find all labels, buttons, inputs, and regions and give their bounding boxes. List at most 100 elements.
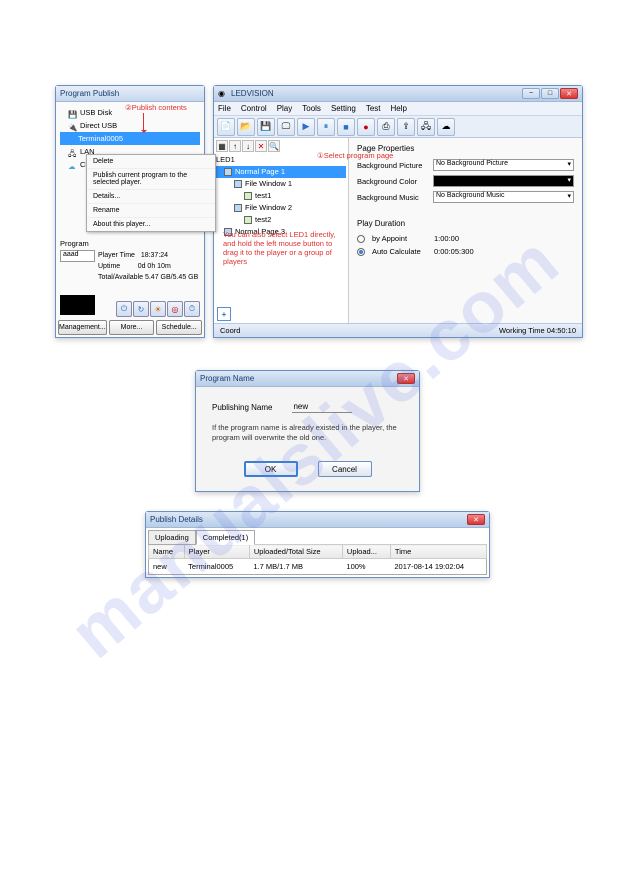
th-player[interactable]: Player (184, 545, 249, 559)
tree-direct-usb[interactable]: 🔌Direct USB (60, 119, 200, 132)
tb-new-icon[interactable]: 📄 (217, 118, 235, 136)
mini-up-icon[interactable]: ↑ (229, 140, 241, 152)
ledvision-window: ◉ LEDVISION − □ ✕ File Control Play Tool… (213, 85, 583, 338)
cloud-icon: ☁ (68, 160, 77, 169)
th-name[interactable]: Name (149, 545, 185, 559)
program-publish-window: Program Publish 💾USB Disk 🔌Direct USB Te… (55, 85, 205, 338)
pt-value: 18:37:24 (141, 252, 168, 259)
table-row[interactable]: new Terminal0005 1.7 MB/1.7 MB 100% 2017… (149, 559, 487, 575)
menu-test[interactable]: Test (366, 104, 381, 113)
icon-btn-power[interactable]: ⏻ (116, 301, 132, 317)
tab-completed[interactable]: Completed(1) (196, 530, 255, 545)
ctx-publish[interactable]: Publish current program to the selected … (87, 169, 215, 190)
tree-led1[interactable]: LED1 (216, 154, 346, 166)
ok-button[interactable]: OK (244, 461, 298, 477)
tb-screen-icon[interactable]: 🖵 (277, 118, 295, 136)
wt-label: Working Time (499, 326, 545, 335)
schedule-button[interactable]: Schedule... (156, 320, 202, 335)
tb-save-icon[interactable]: 💾 (257, 118, 275, 136)
status-worktime: Working Time 04:50:10 (499, 326, 576, 335)
th-size[interactable]: Uploaded/Total Size (249, 545, 342, 559)
duration-title: Play Duration (357, 219, 574, 228)
mini-down-icon[interactable]: ↓ (242, 140, 254, 152)
usb-icon: 💾 (68, 108, 77, 117)
appoint-value: 1:00:00 (434, 234, 459, 243)
publish-icon-buttons: ⏻ ↻ ☀ ◎ ⏱ (116, 301, 200, 317)
window-buttons: − □ ✕ (522, 88, 578, 99)
td-player: Terminal0005 (184, 559, 249, 575)
minimize-button[interactable]: − (522, 88, 540, 99)
bg-picture-select[interactable]: No Background Picture (433, 159, 574, 171)
radio-appoint[interactable] (357, 235, 365, 243)
bg-color-select[interactable] (433, 175, 574, 187)
tree-page1-selected[interactable]: Normal Page 1 (216, 166, 346, 178)
icon-btn-target[interactable]: ◎ (167, 301, 183, 317)
tree-page3[interactable]: Normal Page 3 (216, 226, 346, 238)
ledvision-title: LEDVISION (231, 89, 522, 98)
page-icon (224, 168, 232, 176)
radio-auto[interactable] (357, 248, 365, 256)
status-coord: Coord (220, 326, 240, 335)
ctx-rename[interactable]: Rename (87, 204, 215, 218)
tb-network-icon[interactable]: 🖧 (417, 118, 435, 136)
menu-help[interactable]: Help (391, 104, 407, 113)
close-button[interactable]: ✕ (560, 88, 578, 99)
tree-label: File Window 1 (245, 178, 292, 190)
ledvision-titlebar: ◉ LEDVISION − □ ✕ (214, 86, 582, 102)
tb-export-icon[interactable]: ⎙ (377, 118, 395, 136)
menu-file[interactable]: File (218, 104, 231, 113)
th-upload[interactable]: Upload... (342, 545, 390, 559)
menu-setting[interactable]: Setting (331, 104, 356, 113)
window-icon (234, 204, 242, 212)
more-button[interactable]: More... (109, 320, 155, 335)
menu-play[interactable]: Play (277, 104, 293, 113)
tb-stop-icon[interactable]: ■ (337, 118, 355, 136)
app-icon: ◉ (218, 89, 228, 99)
auto-label: Auto Calculate (372, 247, 430, 256)
tree-win1[interactable]: File Window 1 (216, 178, 346, 190)
tb-pause-icon[interactable]: ⏸ (317, 118, 335, 136)
icon-btn-refresh[interactable]: ↻ (133, 301, 149, 317)
tb-record-icon[interactable]: ● (357, 118, 375, 136)
publish-title: Program Publish (60, 89, 200, 98)
bg-music-select[interactable]: No Background Music (433, 191, 574, 203)
up-value: 0d 0h 10m (138, 263, 171, 270)
tree-usb-disk[interactable]: 💾USB Disk (60, 106, 200, 119)
tree-test1[interactable]: test1 (216, 190, 346, 202)
details-close-button[interactable]: ✕ (467, 514, 485, 525)
ledvision-left-panel: ▦ ↑ ↓ ✕ 🔍 LED1 Normal Page 1 File Window… (214, 138, 349, 323)
menu-control[interactable]: Control (241, 104, 267, 113)
file-icon (244, 192, 252, 200)
publish-details-window: Publish Details ✕ Uploading Completed(1)… (145, 511, 490, 578)
bg-pic-label: Background Picture (357, 161, 429, 170)
ctx-about[interactable]: About this player... (87, 218, 215, 231)
maximize-button[interactable]: □ (541, 88, 559, 99)
tree-terminal-selected[interactable]: Terminal0005 (60, 132, 200, 145)
ctx-details[interactable]: Details... (87, 190, 215, 204)
program-dropdown[interactable]: aaad (60, 250, 95, 262)
up-label: Uptime (98, 263, 120, 270)
tb-publish-icon[interactable]: ⇪ (397, 118, 415, 136)
tb-open-icon[interactable]: 📂 (237, 118, 255, 136)
tree-win2[interactable]: File Window 2 (216, 202, 346, 214)
mini-page-icon[interactable]: ▦ (216, 140, 228, 152)
icon-btn-brightness[interactable]: ☀ (150, 301, 166, 317)
dialog-close-button[interactable]: ✕ (397, 373, 415, 384)
details-tabs: Uploading Completed(1) (148, 530, 487, 545)
management-button[interactable]: Management... (58, 320, 107, 335)
props-title: Page Properties (357, 144, 574, 153)
add-button[interactable]: + (217, 307, 231, 321)
tb-cloud-icon[interactable]: ☁ (437, 118, 455, 136)
mini-search-icon[interactable]: 🔍 (268, 140, 280, 152)
auto-value: 0:00:05:300 (434, 247, 474, 256)
icon-btn-time[interactable]: ⏱ (184, 301, 200, 317)
mini-delete-icon[interactable]: ✕ (255, 140, 267, 152)
menu-tools[interactable]: Tools (302, 104, 321, 113)
cancel-button[interactable]: Cancel (318, 461, 372, 477)
tb-play-icon[interactable]: ▶ (297, 118, 315, 136)
tab-uploading[interactable]: Uploading (148, 530, 196, 545)
publishing-name-input[interactable] (292, 401, 352, 413)
ctx-delete[interactable]: Delete (87, 155, 215, 169)
th-time[interactable]: Time (390, 545, 486, 559)
tree-test2[interactable]: test2 (216, 214, 346, 226)
